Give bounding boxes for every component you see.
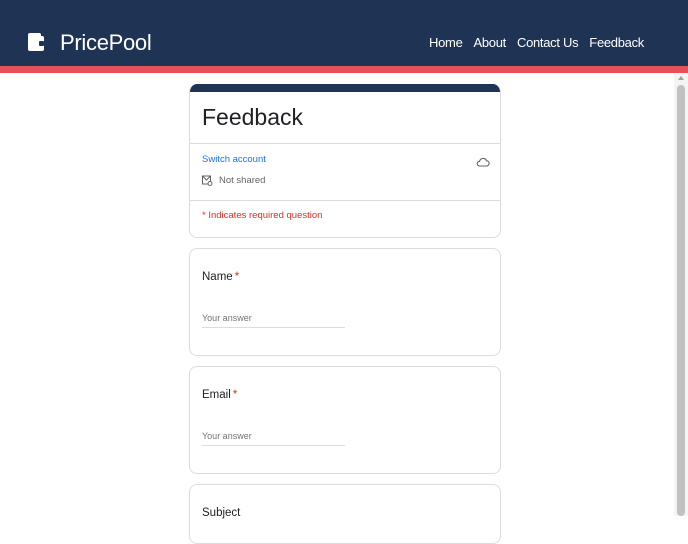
nav-home[interactable]: Home xyxy=(429,35,463,50)
status-divider xyxy=(190,200,500,201)
header-accent-line xyxy=(0,66,688,73)
nav-feedback[interactable]: Feedback xyxy=(589,35,644,50)
required-note: * Indicates required question xyxy=(202,210,323,221)
email-input[interactable] xyxy=(202,427,345,446)
brand-name: PricePool xyxy=(60,30,152,55)
brand[interactable]: PricePool xyxy=(28,30,152,56)
scrollbar[interactable] xyxy=(674,73,688,516)
form-title: Feedback xyxy=(202,104,304,130)
question-label-email: Email * xyxy=(202,389,238,401)
question-label-subject: Subject xyxy=(202,507,241,519)
name-input[interactable] xyxy=(202,309,345,328)
scrollbar-thumb[interactable] xyxy=(677,85,685,516)
question-card-subject: Subject xyxy=(189,484,501,544)
feedback-form: Feedback Switch account Not shared * Ind… xyxy=(189,84,501,544)
form-header-strip xyxy=(190,84,500,92)
header-divider xyxy=(190,143,500,144)
top-navbar: PricePool Home About Contact Us Feedback xyxy=(0,0,688,66)
not-shared-icon xyxy=(202,175,213,186)
wallet-icon xyxy=(28,33,48,53)
switch-account-link[interactable]: Switch account xyxy=(202,154,266,165)
form-header-card: Feedback Switch account Not shared * Ind… xyxy=(189,84,501,238)
question-label-name: Name * xyxy=(202,271,240,283)
question-card-email: Email * xyxy=(189,366,501,474)
required-asterisk: * xyxy=(232,389,238,401)
nav-about[interactable]: About xyxy=(474,35,507,50)
question-card-name: Name * xyxy=(189,248,501,356)
required-asterisk: * xyxy=(234,271,240,283)
cloud-icon[interactable] xyxy=(476,155,490,169)
not-shared-label: Not shared xyxy=(219,175,266,186)
scroll-up-arrow-icon[interactable] xyxy=(678,76,684,80)
main-nav: Home About Contact Us Feedback xyxy=(429,35,644,50)
not-shared-status: Not shared xyxy=(202,175,265,186)
nav-contact-us[interactable]: Contact Us xyxy=(517,35,579,50)
